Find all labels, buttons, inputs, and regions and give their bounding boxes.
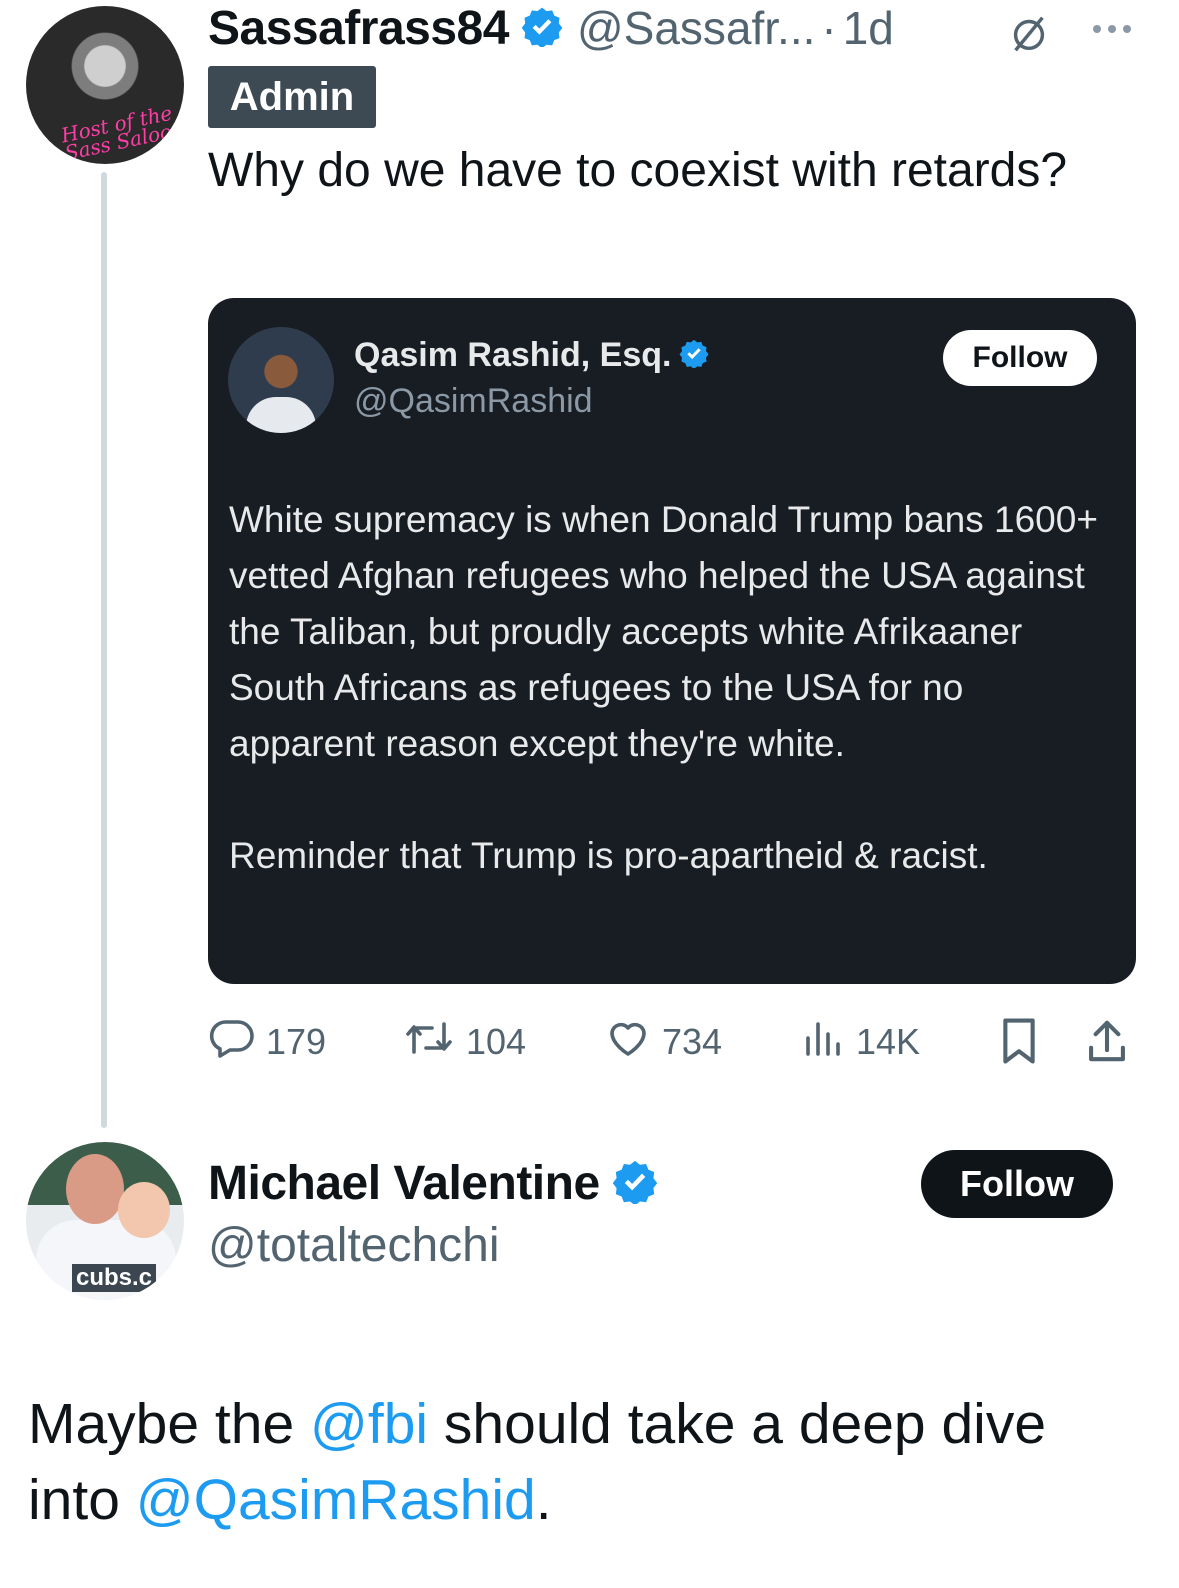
avatar-text: Host of the Sass Saloon <box>58 100 184 164</box>
like-button[interactable]: 734 <box>604 1014 722 1070</box>
quoted-paragraph: White supremacy is when Donald Trump ban… <box>229 499 1098 764</box>
tweet-text: Why do we have to coexist with retards? <box>208 144 1068 197</box>
follow-button[interactable]: Follow <box>921 1150 1113 1218</box>
reply-author-name[interactable]: Michael Valentine <box>208 1156 600 1211</box>
like-count: 734 <box>662 1021 723 1062</box>
views-chart-icon <box>802 1016 846 1069</box>
reply-text-segment: . <box>535 1468 552 1532</box>
quoted-author-handle[interactable]: @QasimRashid <box>354 382 593 421</box>
separator-dot: · <box>821 2 837 54</box>
reply-icon <box>208 1014 256 1071</box>
reply-text-segment: Maybe the <box>28 1392 310 1456</box>
quoted-author-avatar[interactable] <box>228 327 334 433</box>
bookmark-button[interactable] <box>996 1016 1042 1071</box>
views-count: 14K <box>856 1021 921 1062</box>
retweet-icon <box>402 1014 456 1071</box>
reply-author-handle[interactable]: @totaltechchi <box>208 1218 500 1273</box>
retweet-count: 104 <box>466 1021 527 1062</box>
reply-button[interactable]: 179 <box>208 1014 326 1070</box>
verified-badge-icon <box>521 5 563 52</box>
reply-text: Maybe the @fbi should take a deep dive i… <box>28 1386 1148 1538</box>
more-icon[interactable] <box>1090 22 1134 41</box>
author-avatar[interactable]: Host of the Sass Saloon <box>26 6 184 164</box>
quoted-paragraph: Reminder that Trump is pro-apartheid & r… <box>229 835 988 876</box>
quoted-author-name[interactable]: Qasim Rashid, Esq. <box>354 336 671 375</box>
verified-badge-icon <box>679 338 709 373</box>
avatar-text: cubs.c <box>72 1264 157 1292</box>
views-button[interactable]: 14K <box>802 1014 920 1070</box>
verified-badge-icon <box>612 1158 658 1209</box>
author-name[interactable]: Sassafrass84 <box>208 1 509 56</box>
mention-link[interactable]: @QasimRashid <box>136 1468 536 1532</box>
share-icon <box>1084 1020 1130 1070</box>
quoted-follow-button[interactable]: Follow <box>943 330 1097 386</box>
no-replies-icon <box>1006 10 1052 61</box>
mention-link[interactable]: @fbi <box>310 1392 428 1456</box>
quoted-tweet-text: White supremacy is when Donald Trump ban… <box>229 492 1109 884</box>
author-handle[interactable]: @Sassafr... <box>577 1 815 55</box>
bookmark-icon <box>996 1018 1042 1070</box>
reply-count: 179 <box>266 1021 327 1062</box>
retweet-button[interactable]: 104 <box>402 1014 526 1070</box>
reply-author-avatar[interactable]: cubs.c <box>26 1142 184 1300</box>
heart-icon <box>604 1014 652 1071</box>
timestamp[interactable]: 1d <box>843 1 894 55</box>
quoted-author-row: Qasim Rashid, Esq. <box>354 336 709 375</box>
share-button[interactable] <box>1084 1016 1130 1071</box>
admin-badge: Admin <box>208 66 376 128</box>
reply-header: Michael Valentine <box>208 1156 658 1211</box>
tweet-header: Sassafrass84 @Sassafr... · 1d <box>208 0 894 56</box>
thread-connector-line <box>101 172 107 1128</box>
